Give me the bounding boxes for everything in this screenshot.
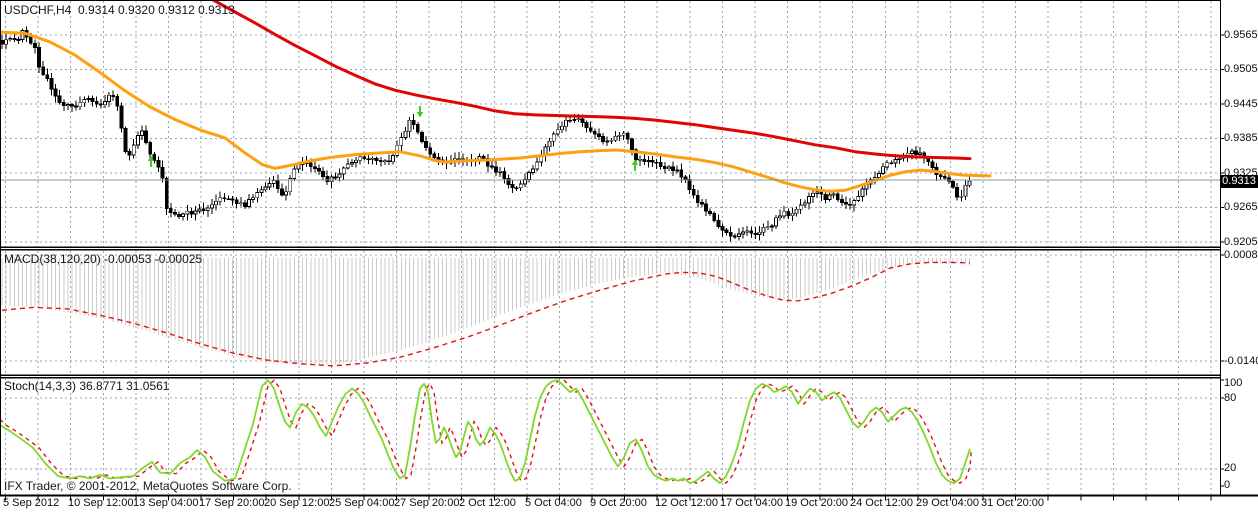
price-tick-label: 0.9445 xyxy=(1224,98,1258,110)
macd-indicator-label: MACD(38,120,20) -0.00053 -0.00025 xyxy=(4,252,203,266)
time-tick-label: 17 Oct 04:00 xyxy=(720,497,783,509)
up-arrow-marker xyxy=(631,159,639,172)
time-tick-label: 10 Sep 12:00 xyxy=(68,497,134,509)
time-tick-label: 12 Oct 12:00 xyxy=(655,497,718,509)
down-arrow-marker xyxy=(416,105,424,118)
time-tick-label: 27 Sep 20:00 xyxy=(394,497,460,509)
time-tick-label: 5 Sep 2012 xyxy=(3,497,60,509)
stoch-tick-label: 100 xyxy=(1224,377,1243,389)
price-tick-label: 0.9565 xyxy=(1224,29,1258,41)
time-tick-label: 13 Sep 04:00 xyxy=(133,497,199,509)
price-tick-label: 0.9205 xyxy=(1224,236,1258,248)
time-tick-label: 5 Oct 04:00 xyxy=(525,497,582,509)
chart-title: USDCHF,H4 0.9314 0.9320 0.9312 0.9313 xyxy=(4,3,235,17)
stoch-tick-label: 0 xyxy=(1224,479,1231,491)
time-tick-label: 24 Oct 12:00 xyxy=(850,497,913,509)
stoch-tick-label: 20 xyxy=(1224,462,1237,474)
stoch-indicator-label: Stoch(14,3,3) 36.8771 31.0561 xyxy=(4,379,170,393)
time-tick-label: 2 Oct 12:00 xyxy=(459,497,516,509)
time-tick-label: 17 Sep 20:00 xyxy=(199,497,265,509)
stoch-tick-label: 80 xyxy=(1224,392,1237,404)
time-tick-label: 31 Oct 20:00 xyxy=(981,497,1044,509)
time-tick-label: 25 Sep 04:00 xyxy=(329,497,395,509)
time-tick-label: 9 Oct 20:00 xyxy=(590,497,647,509)
price-tick-label: 0.9265 xyxy=(1224,201,1258,213)
time-tick-label: 20 Sep 12:00 xyxy=(264,497,330,509)
macd-tick-label: 0.00083 xyxy=(1224,249,1258,261)
time-tick-label: 29 Oct 04:00 xyxy=(916,497,979,509)
trading-chart-window: USDCHF,H4 0.9314 0.9320 0.9312 0.9313 MA… xyxy=(0,0,1258,512)
price-tick-label: 0.9505 xyxy=(1224,63,1258,75)
time-tick-label: 19 Oct 20:00 xyxy=(785,497,848,509)
bid-price-badge: 0.9313 xyxy=(1220,175,1258,188)
copyright-text: IFX Trader, © 2001-2012, MetaQuotes Soft… xyxy=(4,479,292,493)
price-tick-label: 0.9385 xyxy=(1224,132,1258,144)
macd-tick-label: -0.01403 xyxy=(1224,355,1258,367)
